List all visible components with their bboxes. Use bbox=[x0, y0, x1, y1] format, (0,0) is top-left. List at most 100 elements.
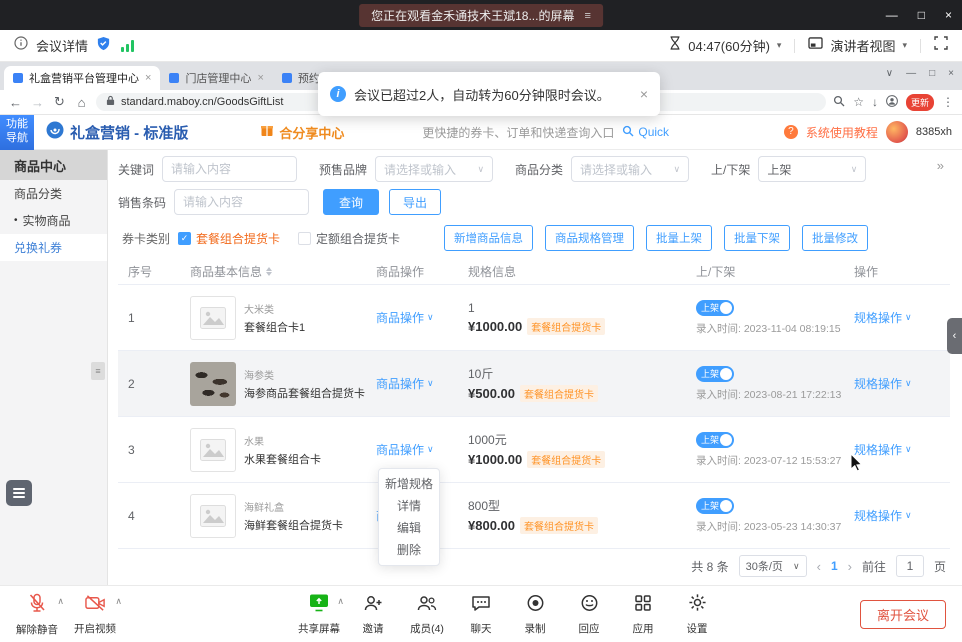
price: ¥800.00 bbox=[468, 518, 515, 533]
menu-item-delete[interactable]: 删除 bbox=[379, 539, 439, 561]
menu-item-add-spec[interactable]: 新增规格 bbox=[379, 473, 439, 495]
product-ops-dropdown[interactable]: 商品操作∨ bbox=[376, 309, 458, 326]
search-icon[interactable] bbox=[833, 95, 845, 110]
add-product-button[interactable]: 新增商品信息 bbox=[444, 225, 533, 251]
browser-tab-active[interactable]: 礼盒营销平台管理中心 × bbox=[4, 66, 160, 90]
menu-item-edit[interactable]: 编辑 bbox=[379, 517, 439, 539]
search-button[interactable]: 查询 bbox=[323, 189, 379, 215]
next-page-button[interactable]: › bbox=[848, 559, 852, 574]
menu-icon[interactable]: ≡ bbox=[584, 10, 590, 22]
chevron-up-icon[interactable]: ∧ bbox=[57, 596, 64, 607]
chevron-down-icon[interactable]: ▾ bbox=[902, 40, 907, 51]
profile-icon[interactable] bbox=[886, 95, 898, 110]
sidebar-item-gift-voucher[interactable]: 兑换礼券 bbox=[0, 234, 107, 261]
leave-meeting-button[interactable]: 离开会议 bbox=[860, 600, 946, 629]
share-screen-button[interactable]: 共享屏幕 ∧ bbox=[292, 586, 346, 642]
spec-ops-dropdown[interactable]: 规格操作∨ bbox=[854, 309, 950, 326]
browser-menu-icon[interactable]: ⋮ bbox=[942, 95, 954, 109]
sidebar-item-categories[interactable]: 商品分类 bbox=[0, 180, 107, 207]
col-product[interactable]: 商品基本信息 bbox=[180, 263, 366, 280]
checkbox-unchecked-icon[interactable] bbox=[298, 232, 311, 245]
annotation-tool-button[interactable] bbox=[6, 480, 32, 506]
share-center-link[interactable]: 合分享中心 bbox=[260, 123, 344, 142]
tab-list-icon[interactable]: ∨ bbox=[886, 68, 893, 79]
quick-search-link[interactable]: Quick bbox=[622, 125, 669, 140]
goto-page-input[interactable] bbox=[896, 555, 924, 577]
forward-icon[interactable]: → bbox=[30, 95, 45, 110]
checkbox-fixed-card[interactable]: 定额组合提货卡 bbox=[298, 230, 400, 247]
close-icon[interactable]: × bbox=[640, 86, 648, 102]
side-panel-toggle[interactable]: ‹ bbox=[947, 318, 962, 354]
react-button[interactable]: 回应 bbox=[562, 586, 616, 642]
barcode-input[interactable] bbox=[174, 189, 309, 215]
chevron-down-icon[interactable]: ▾ bbox=[777, 40, 782, 51]
spec-ops-dropdown[interactable]: 规格操作∨ bbox=[854, 507, 950, 524]
current-page[interactable]: 1 bbox=[831, 559, 838, 573]
browser-tab[interactable]: 门店管理中心 × bbox=[160, 66, 272, 90]
export-button[interactable]: 导出 bbox=[389, 189, 441, 215]
refresh-icon[interactable]: ↻ bbox=[52, 94, 67, 110]
maximize-button[interactable]: □ bbox=[918, 8, 925, 22]
function-nav-button[interactable]: 功能导航 bbox=[0, 115, 34, 150]
product-ops-dropdown[interactable]: 商品操作∨ bbox=[376, 375, 458, 392]
star-icon[interactable]: ☆ bbox=[853, 95, 864, 109]
close-tab-icon[interactable]: × bbox=[145, 72, 151, 84]
shelf-select[interactable]: 上架 ∨ bbox=[758, 156, 866, 182]
product-ops-dropdown-open[interactable]: 商品操作∨ bbox=[376, 441, 458, 458]
spec-value: 10斤 bbox=[468, 365, 686, 382]
product-cell: 海鲜礼盒海鲜套餐组合提货卡 bbox=[180, 494, 366, 538]
meeting-details-link[interactable]: 会议详情 bbox=[36, 36, 88, 55]
chat-button[interactable]: 聊天 bbox=[454, 586, 508, 642]
collapse-filters-icon[interactable]: » bbox=[937, 158, 944, 173]
fullscreen-icon[interactable] bbox=[934, 36, 948, 55]
apps-button[interactable]: 应用 bbox=[616, 586, 670, 642]
username[interactable]: 8385xh bbox=[916, 126, 952, 138]
spec-manage-button[interactable]: 商品规格管理 bbox=[545, 225, 634, 251]
shelf-toggle[interactable]: 上架 bbox=[696, 300, 734, 316]
menu-item-details[interactable]: 详情 bbox=[379, 495, 439, 517]
checkbox-checked-icon[interactable]: ✓ bbox=[178, 232, 191, 245]
sort-icon[interactable] bbox=[266, 267, 272, 276]
close-tab-icon[interactable]: × bbox=[257, 72, 263, 84]
product-image-placeholder bbox=[190, 296, 236, 340]
chevron-up-icon[interactable]: ∧ bbox=[337, 596, 344, 607]
avatar[interactable] bbox=[886, 121, 908, 143]
sidebar-collapse-handle[interactable]: ≡ bbox=[91, 362, 105, 380]
browser-update-badge[interactable]: 更新 bbox=[906, 94, 934, 111]
shelf-toggle[interactable]: 上架 bbox=[696, 432, 734, 448]
chevron-down-icon: ∨ bbox=[427, 312, 434, 323]
goto-label: 前往 bbox=[862, 558, 886, 575]
record-button[interactable]: 录制 bbox=[508, 586, 562, 642]
view-mode-selector[interactable]: 演讲者视图 bbox=[830, 36, 895, 55]
shield-icon[interactable] bbox=[96, 36, 111, 56]
unmute-button[interactable]: 解除静音 ∧ bbox=[8, 586, 66, 642]
chevron-up-icon[interactable]: ∧ bbox=[115, 596, 122, 607]
checkbox-combo-card[interactable]: ✓ 套餐组合提货卡 bbox=[178, 230, 280, 247]
minimize-button[interactable]: — bbox=[886, 8, 898, 22]
tutorial-link[interactable]: 系统使用教程 bbox=[806, 124, 878, 141]
settings-button[interactable]: 设置 bbox=[670, 586, 724, 642]
batch-off-shelf-button[interactable]: 批量下架 bbox=[724, 225, 790, 251]
spec-ops-dropdown[interactable]: 规格操作∨ bbox=[854, 441, 950, 458]
shelf-toggle[interactable]: 上架 bbox=[696, 498, 734, 514]
browser-minimize-button[interactable]: — bbox=[906, 68, 916, 79]
start-video-button[interactable]: 开启视频 ∧ bbox=[66, 586, 124, 642]
sidebar-item-physical-goods[interactable]: • 实物商品 bbox=[0, 207, 107, 234]
close-button[interactable]: × bbox=[945, 8, 952, 22]
shelf-toggle[interactable]: 上架 bbox=[696, 366, 734, 382]
brand-select[interactable]: 请选择或输入 ∨ bbox=[375, 156, 493, 182]
prev-page-button[interactable]: ‹ bbox=[817, 559, 821, 574]
download-icon[interactable]: ↓ bbox=[872, 95, 878, 109]
batch-on-shelf-button[interactable]: 批量上架 bbox=[646, 225, 712, 251]
back-icon[interactable]: ← bbox=[8, 95, 23, 110]
spec-ops-dropdown[interactable]: 规格操作∨ bbox=[854, 375, 950, 392]
page-size-select[interactable]: 30条/页 ∨ bbox=[739, 555, 807, 577]
browser-maximize-button[interactable]: □ bbox=[929, 68, 935, 79]
batch-edit-button[interactable]: 批量修改 bbox=[802, 225, 868, 251]
category-select[interactable]: 请选择或输入 ∨ bbox=[571, 156, 689, 182]
invite-button[interactable]: 邀请 bbox=[346, 586, 400, 642]
browser-close-button[interactable]: × bbox=[948, 68, 954, 79]
home-icon[interactable]: ⌂ bbox=[74, 95, 89, 110]
keyword-input[interactable] bbox=[162, 156, 297, 182]
members-button[interactable]: 成员(4) bbox=[400, 586, 454, 642]
